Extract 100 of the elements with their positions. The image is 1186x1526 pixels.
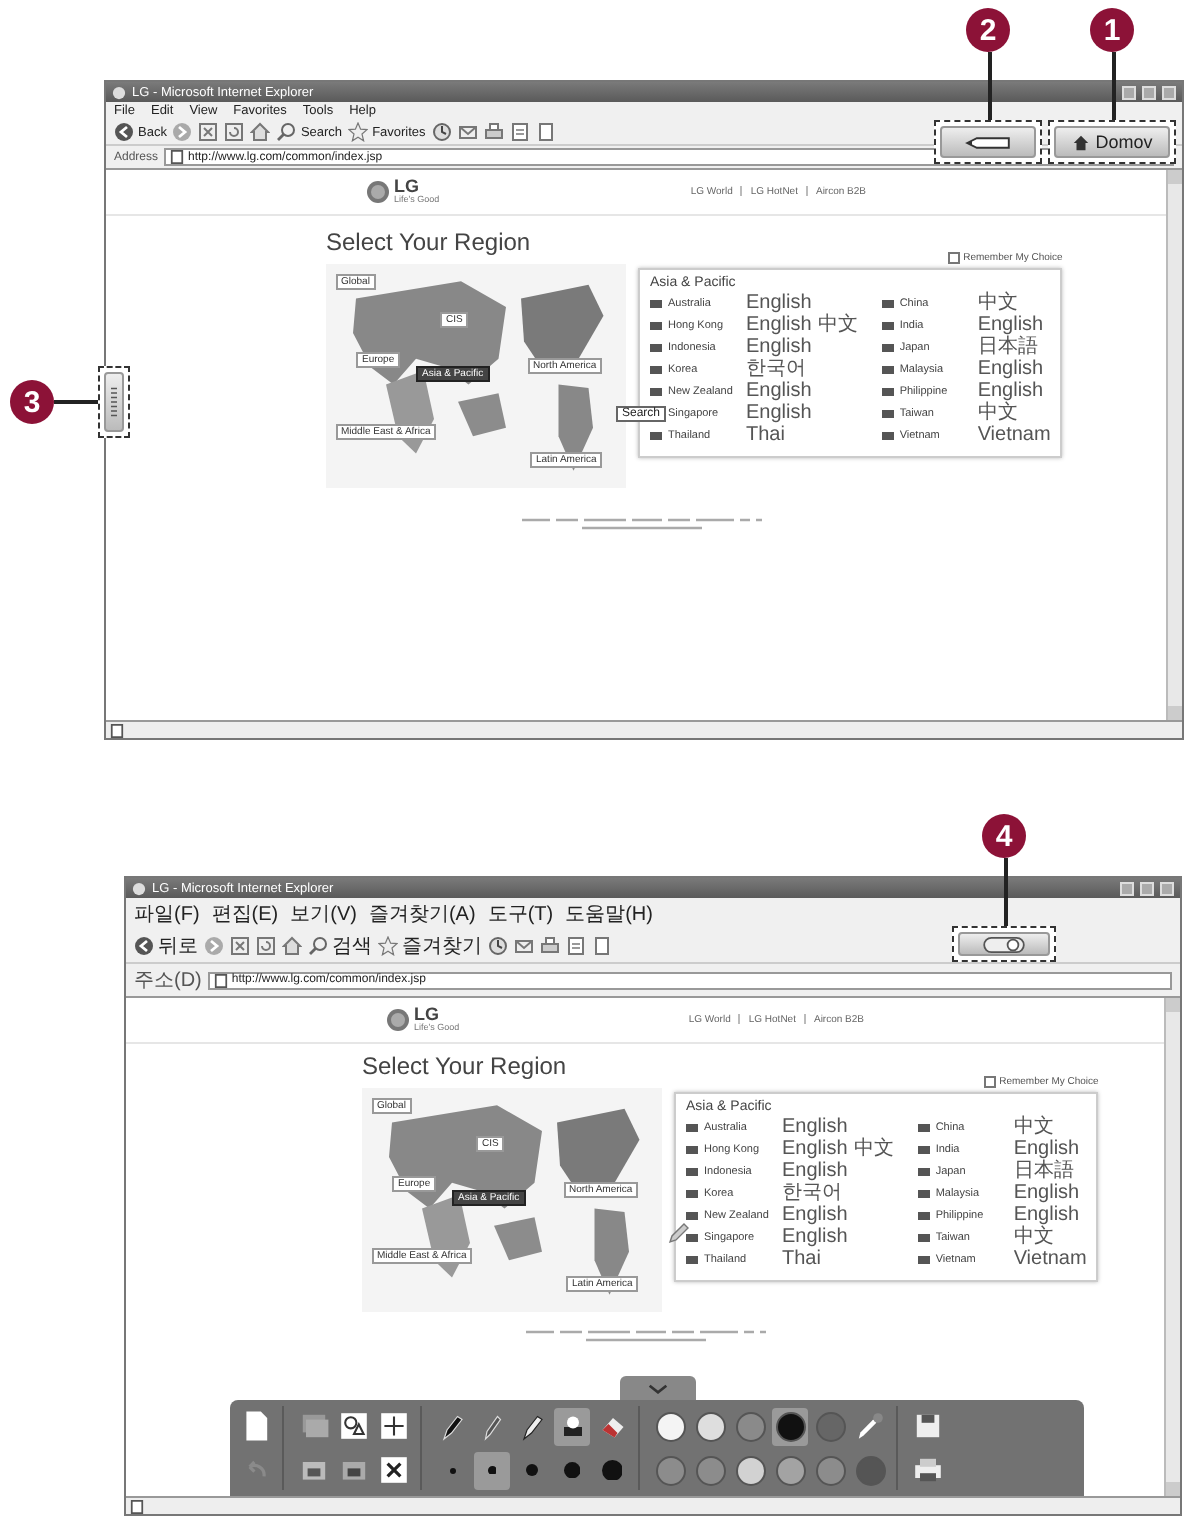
mail-icon[interactable] — [457, 122, 478, 142]
back-button[interactable]: 뒤로 — [134, 932, 198, 960]
new-page-icon[interactable] — [240, 1410, 272, 1442]
language-link[interactable]: 日本語 — [977, 338, 1038, 358]
address-label: 주소(D) — [134, 968, 202, 994]
history-icon[interactable] — [488, 936, 508, 956]
move-icon[interactable] — [378, 1410, 410, 1442]
language-link[interactable]: English — [746, 404, 812, 424]
language-link[interactable]: English — [746, 316, 812, 336]
highlighter-icon — [517, 1411, 547, 1441]
language-link[interactable]: 日本語 — [1013, 1162, 1074, 1182]
close-icon[interactable] — [378, 1454, 410, 1486]
minimize-button[interactable] — [1122, 85, 1136, 99]
home-icon[interactable] — [282, 936, 302, 956]
mail-icon[interactable] — [514, 936, 534, 956]
dot-icon — [526, 1464, 538, 1476]
language-link[interactable]: English — [1013, 1206, 1080, 1226]
forward-icon[interactable] — [204, 936, 224, 956]
leader-line — [54, 400, 98, 404]
maximize-button[interactable] — [1140, 881, 1154, 895]
language-link[interactable]: Vietnam — [977, 426, 1051, 446]
language-link[interactable]: English — [746, 382, 812, 402]
language-link[interactable]: English — [977, 316, 1044, 336]
flag-icon — [917, 1190, 930, 1198]
language-link[interactable]: English — [782, 1118, 848, 1138]
language-link[interactable]: 中文 — [817, 316, 858, 336]
brush-size-button[interactable] — [474, 1451, 510, 1489]
dot-icon — [487, 1465, 497, 1475]
edit-icon[interactable] — [566, 936, 586, 956]
print-icon[interactable] — [483, 122, 504, 142]
home-button[interactable]: Domov — [1054, 126, 1170, 158]
collapse-tab[interactable] — [619, 1376, 695, 1400]
favorites-button[interactable]: 즐겨찾기 — [378, 932, 482, 960]
menu-item[interactable]: 도구(T) — [487, 900, 554, 928]
flag-icon — [917, 1212, 930, 1220]
language-link[interactable]: English — [782, 1162, 848, 1182]
flag-icon — [917, 1146, 930, 1154]
refresh-icon[interactable] — [256, 936, 276, 956]
language-link[interactable]: 中文 — [977, 294, 1018, 314]
pen-icon — [964, 133, 1012, 151]
close-button[interactable] — [1162, 85, 1176, 99]
scrollbar[interactable] — [1166, 170, 1182, 720]
language-link[interactable]: English — [746, 338, 812, 358]
maximize-button[interactable] — [1142, 85, 1156, 99]
stop-icon[interactable] — [230, 936, 250, 956]
home-icon — [1071, 133, 1090, 151]
page-icon[interactable] — [592, 936, 612, 956]
language-link[interactable]: 中文 — [1013, 1228, 1054, 1248]
dot-icon — [449, 1467, 455, 1473]
toggle-button[interactable] — [958, 932, 1050, 956]
search-button[interactable]: 검색 — [308, 932, 372, 960]
language-link[interactable]: Vietnam — [1013, 1250, 1087, 1270]
language-link[interactable]: 한국어 — [782, 1184, 842, 1204]
save-icon[interactable] — [912, 1410, 944, 1442]
side-handle[interactable] — [104, 372, 124, 432]
menu-item[interactable]: 도움말(H) — [565, 900, 653, 928]
stop-icon[interactable] — [198, 122, 219, 142]
forward-icon[interactable] — [172, 122, 193, 142]
refresh-icon[interactable] — [224, 122, 245, 142]
page-heading: Select Your Region — [326, 227, 533, 255]
close-button[interactable] — [1160, 881, 1174, 895]
language-link[interactable]: 中文 — [977, 404, 1018, 424]
language-link[interactable]: English — [1013, 1140, 1080, 1160]
menu-item[interactable]: 즐겨찾기(A) — [368, 900, 476, 928]
language-link[interactable]: English — [746, 294, 812, 314]
print-icon[interactable] — [540, 936, 560, 956]
flag-icon — [650, 366, 662, 374]
language-link[interactable]: English — [782, 1228, 848, 1248]
print-icon[interactable] — [912, 1454, 944, 1486]
shapes-icon[interactable] — [338, 1410, 370, 1442]
language-link[interactable]: 中文 — [853, 1140, 894, 1160]
language-link[interactable]: English — [782, 1140, 848, 1160]
menu-item[interactable]: 보기(V) — [290, 900, 357, 928]
language-link[interactable]: Thai — [746, 426, 785, 446]
dot-icon — [601, 1459, 623, 1481]
language-link[interactable]: Thai — [782, 1250, 821, 1270]
language-link[interactable]: English — [977, 360, 1044, 380]
language-link[interactable]: 한국어 — [746, 360, 806, 380]
menu-item[interactable]: 편집(E) — [211, 900, 279, 928]
history-icon[interactable] — [431, 122, 452, 142]
page-heading: Select Your Region — [362, 1051, 569, 1079]
flag-icon — [881, 322, 894, 330]
eyedropper-icon[interactable] — [854, 1410, 886, 1442]
language-link[interactable]: English — [782, 1206, 848, 1226]
bucket-tool-button[interactable] — [554, 1407, 590, 1445]
flag-icon — [917, 1168, 930, 1176]
flag-icon — [917, 1256, 930, 1264]
flag-icon — [686, 1256, 698, 1264]
page-icon[interactable] — [535, 122, 556, 142]
marker-icon — [437, 1411, 467, 1441]
chevron-down-icon — [647, 1383, 667, 1393]
edit-icon[interactable] — [509, 122, 530, 142]
menu-item[interactable]: 파일(F) — [134, 900, 200, 928]
home-icon[interactable] — [250, 122, 271, 142]
language-link[interactable]: English — [1013, 1184, 1080, 1204]
scrollbar[interactable] — [1164, 998, 1180, 1496]
language-link[interactable]: 中文 — [1013, 1118, 1054, 1138]
minimize-button[interactable] — [1120, 881, 1134, 895]
flag-icon — [686, 1212, 698, 1220]
language-link[interactable]: English — [977, 382, 1044, 402]
